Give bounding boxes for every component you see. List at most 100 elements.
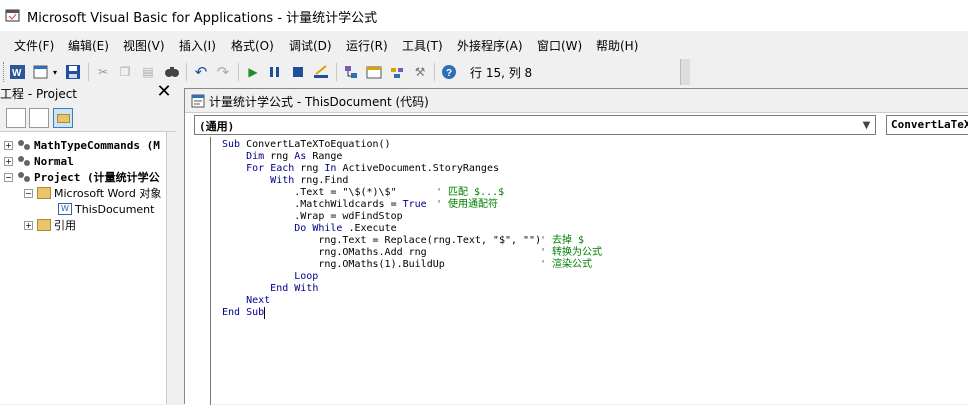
pane-splitter[interactable] — [176, 82, 184, 404]
procedure-combobox-value: ConvertLaTeXToEquation — [891, 118, 968, 131]
code-line[interactable]: .Text = "\$(*)\$" — [222, 187, 396, 199]
code-comment[interactable]: ' 使用通配符 — [436, 199, 498, 211]
vba-app-icon — [5, 7, 21, 23]
code-line[interactable]: End With — [222, 283, 318, 295]
code-comment[interactable]: ' 渲染公式 — [540, 259, 592, 271]
toolbar-separator — [238, 63, 239, 81]
project-vertical-scrollbar[interactable] — [166, 132, 176, 404]
expand-icon[interactable]: + — [4, 140, 13, 150]
chevron-down-icon[interactable]: ▼ — [858, 116, 875, 134]
folder-icon — [37, 219, 51, 231]
tree-item-mathtypecommands[interactable]: + MathTypeCommands (M — [4, 137, 160, 153]
code-line[interactable]: Sub ConvertLaTeXToEquation() — [222, 139, 391, 151]
code-comment[interactable]: ' 转换为公式 — [540, 247, 602, 259]
word-document-icon: W — [58, 203, 72, 215]
code-line[interactable]: Dim rng As Range — [222, 151, 342, 163]
code-margin-bar[interactable] — [185, 137, 211, 405]
collapse-icon[interactable]: − — [4, 172, 13, 182]
code-comment[interactable]: ' 去掉 $ — [540, 235, 584, 247]
expand-icon[interactable]: + — [4, 156, 13, 166]
copy-icon[interactable]: ❐ — [116, 63, 134, 81]
menu-addins[interactable]: 外接程序(A) — [457, 37, 523, 54]
object-combobox[interactable]: (通用) ▼ — [194, 115, 876, 135]
menu-file[interactable]: 文件(F) — [14, 37, 54, 54]
properties-window-icon[interactable] — [365, 63, 383, 81]
code-window-icon — [191, 94, 205, 108]
folder-icon — [37, 187, 51, 199]
menu-view[interactable]: 视图(V) — [123, 37, 165, 54]
tree-label: Microsoft Word 对象 — [54, 187, 162, 200]
code-line[interactable]: rng.OMaths(1).BuildUp — [222, 259, 444, 271]
code-line[interactable]: End Sub — [222, 307, 264, 319]
menu-format[interactable]: 格式(O) — [231, 37, 274, 54]
toggle-folders-icon[interactable] — [53, 108, 73, 128]
toolbar-separator — [336, 63, 337, 81]
run-icon[interactable]: ▶ — [244, 63, 262, 81]
code-line[interactable]: Loop — [222, 271, 318, 283]
insert-module-icon[interactable] — [32, 63, 50, 81]
menu-debug[interactable]: 调试(D) — [289, 37, 332, 54]
find-icon[interactable] — [163, 63, 181, 81]
toolbar-grip[interactable] — [3, 62, 6, 82]
dropdown-arrow-icon[interactable]: ▾ — [50, 63, 60, 81]
project-explorer-header: 工程 - Project ✕ — [0, 82, 176, 104]
toolbar-separator — [434, 63, 435, 81]
code-comment[interactable]: ' 匹配 $...$ — [436, 187, 504, 199]
code-line[interactable]: rng.OMaths.Add rng — [222, 247, 426, 259]
menu-help[interactable]: 帮助(H) — [596, 37, 638, 54]
code-window: 计量统计学公式 - ThisDocument (代码) (通用) ▼ Conve… — [184, 88, 968, 405]
cursor-position: 行 15, 列 8 — [470, 66, 533, 80]
code-window-titlebar: 计量统计学公式 - ThisDocument (代码) — [185, 89, 968, 113]
code-line[interactable]: Next — [222, 295, 270, 307]
svg-text:?: ? — [446, 68, 452, 79]
cut-icon[interactable]: ✂ — [94, 63, 112, 81]
tree-label: Normal — [34, 154, 74, 168]
tree-item-word-objects[interactable]: − Microsoft Word 对象 — [24, 185, 161, 201]
expand-icon[interactable]: + — [24, 220, 33, 230]
tree-item-normal[interactable]: + Normal — [4, 153, 74, 169]
code-line[interactable]: .MatchWildcards = True — [222, 199, 426, 211]
code-line[interactable]: Do While .Execute — [222, 223, 396, 235]
vba-project-icon — [17, 139, 31, 151]
tree-item-project[interactable]: − Project (计量统计学公 — [4, 169, 160, 185]
tree-label: 引用 — [54, 219, 76, 232]
tree-item-references[interactable]: + 引用 — [24, 217, 76, 233]
menu-insert[interactable]: 插入(I) — [179, 37, 216, 54]
redo-icon[interactable]: ↷ — [214, 63, 232, 81]
menu-run[interactable]: 运行(R) — [346, 37, 388, 54]
menu-edit[interactable]: 编辑(E) — [68, 37, 109, 54]
code-line[interactable]: With rng.Find — [222, 175, 348, 187]
help-icon[interactable]: ? — [440, 63, 458, 81]
project-explorer-icon[interactable] — [342, 63, 360, 81]
svg-text:W: W — [12, 68, 22, 79]
reset-icon[interactable] — [289, 63, 307, 81]
code-line[interactable]: For Each rng In ActiveDocument.StoryRang… — [222, 163, 499, 175]
tree-label: ThisDocument — [75, 202, 155, 216]
project-explorer-title: 工程 - Project — [0, 87, 78, 101]
close-project-explorer-button[interactable]: ✕ — [155, 83, 173, 102]
menu-window[interactable]: 窗口(W) — [537, 37, 582, 54]
undo-icon[interactable]: ↶ — [192, 63, 210, 81]
save-icon[interactable] — [64, 63, 82, 81]
paste-icon[interactable]: ▤ — [139, 63, 157, 81]
collapse-icon[interactable]: − — [24, 188, 33, 198]
design-mode-icon[interactable] — [312, 63, 330, 81]
view-code-icon[interactable] — [6, 108, 26, 128]
code-line[interactable]: rng.Text = Replace(rng.Text, "$", "") — [222, 235, 541, 247]
procedure-combobox[interactable]: ConvertLaTeXToEquation — [886, 115, 968, 135]
vba-project-icon — [17, 171, 31, 183]
object-combobox-value: (通用) — [199, 120, 235, 133]
object-browser-icon[interactable] — [388, 63, 406, 81]
menu-tools[interactable]: 工具(T) — [402, 37, 443, 54]
view-object-icon[interactable] — [29, 108, 49, 128]
code-line[interactable]: .Wrap = wdFindStop — [222, 211, 402, 223]
break-icon[interactable] — [266, 63, 284, 81]
toolbar-separator — [186, 63, 187, 81]
toolbar-separator — [88, 63, 89, 81]
word-view-icon[interactable]: W — [9, 63, 27, 81]
menu-bar: 文件(F) 编辑(E) 视图(V) 插入(I) 格式(O) 调试(D) 运行(R… — [0, 33, 968, 57]
tree-item-thisdocument[interactable]: W ThisDocument — [58, 201, 154, 217]
toolbar-options[interactable] — [680, 59, 690, 85]
toolbox-icon[interactable]: ⚒ — [411, 63, 429, 81]
code-window-title: 计量统计学公式 - ThisDocument (代码) — [209, 95, 429, 109]
